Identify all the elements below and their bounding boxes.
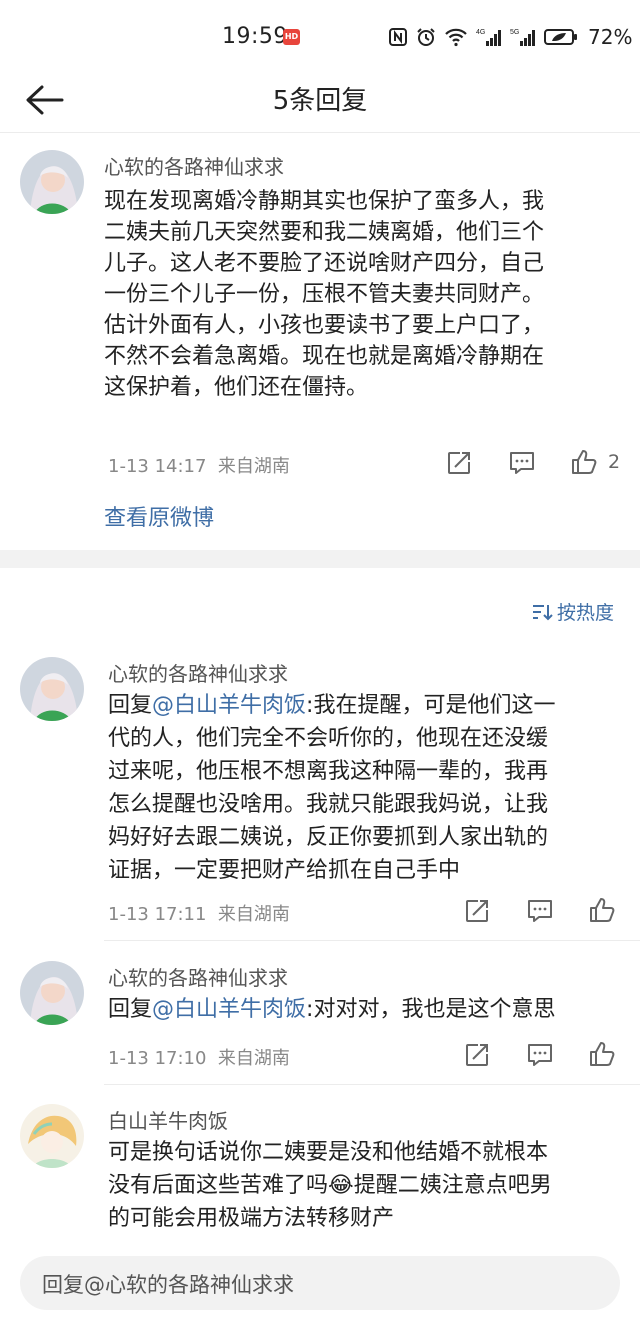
comment-button[interactable] <box>526 1042 554 1072</box>
reply-divider <box>104 1084 640 1085</box>
laughing-crying-emoji-icon: 😂 <box>328 1173 354 1198</box>
battery-percent: 72% <box>588 25 633 49</box>
avatar-image <box>20 961 84 1025</box>
reply-text-line: 的可能会用极端方法转移财产 <box>108 1206 395 1231</box>
reply-meta: 1-13 17:10 来自湖南 <box>108 1044 290 1070</box>
like-button[interactable] <box>588 896 616 928</box>
share-button[interactable] <box>446 450 472 480</box>
page-title: 5条回复 <box>272 86 368 116</box>
avatar[interactable] <box>20 961 84 1025</box>
reply-prefix: 回复 <box>108 693 153 718</box>
reply-text-line: 回复@白山羊牛肉饭:我在提醒，可是他们这一 <box>108 689 555 722</box>
section-gap <box>0 550 640 568</box>
reply-text-segment: 没有后面这些苦难了吗 <box>108 1173 329 1198</box>
reply-text-segment: :我在提醒，可是他们这一 <box>306 693 556 718</box>
share-icon <box>448 452 470 474</box>
svg-text:5G: 5G <box>510 29 519 36</box>
sort-label: 按热度 <box>556 602 614 624</box>
comment-button[interactable] <box>526 898 554 928</box>
reply-username[interactable]: 心软的各路神仙求求 <box>108 658 288 687</box>
comment-button[interactable] <box>508 450 536 480</box>
comment-text-line: 现在发现离婚冷静期其实也保护了蛮多人，我 <box>104 189 545 214</box>
share-icon <box>466 900 488 922</box>
like-icon <box>572 450 597 474</box>
comment-text-line: 估计外面有人，小孩也要读书了要上户口了， <box>104 313 545 338</box>
status-bar: 19:59 HD 4G 5G 72% <box>0 0 640 76</box>
comment-text-line: 一份三个儿子一份，压根不管夫妻共同财产。 <box>104 282 545 307</box>
comment-text-line: 这保护着，他们还在僵持。 <box>104 375 369 400</box>
share-icon <box>466 1044 488 1066</box>
reply-text-line: 过来呢，他压根不想离我这种隔一辈的，我再 <box>108 759 549 784</box>
alarm-icon <box>417 28 435 46</box>
reply-input[interactable]: 回复@心软的各路神仙求求 <box>20 1256 620 1310</box>
reply-text-line: 妈好好去跟二姨说，反正你要抓到人家出轨的 <box>108 825 549 850</box>
reply-username[interactable]: 白山羊牛肉饭 <box>108 1105 228 1134</box>
reply-text-line: 没有后面这些苦难了吗😂提醒二姨注意点吧男 <box>108 1169 552 1202</box>
reply-input-placeholder: 回复@心软的各路神仙求求 <box>42 1273 294 1297</box>
share-button[interactable] <box>464 1042 490 1072</box>
reply-text-line: 代的人，他们完全不会听你的，他现在还没缓 <box>108 726 549 751</box>
comment-time: 1-13 14:17 <box>108 456 207 477</box>
reply-meta: 1-13 17:11 来自湖南 <box>108 900 290 926</box>
comment-text-line: 二姨夫前几天突然要和我二姨离婚，他们三个 <box>104 220 545 245</box>
comment-icon <box>528 1044 552 1066</box>
reply-text: 回复@白山羊牛肉饭:对对对，我也是这个意思 <box>108 993 555 1026</box>
comment-text-line: 不然不会着急离婚。现在也就是离婚冷静期在 <box>104 344 545 369</box>
status-time: 19:59 <box>222 24 288 49</box>
reply-location: 来自湖南 <box>217 904 290 925</box>
reply-location: 来自湖南 <box>217 1048 290 1069</box>
avatar-image <box>20 1104 84 1168</box>
reply-text-line: 证据，一定要把财产给抓在自己手中 <box>108 858 461 883</box>
like-button[interactable] <box>588 1040 616 1072</box>
like-button[interactable]: 2 <box>570 448 620 476</box>
share-button[interactable] <box>464 898 490 928</box>
reply-text-segment: 提醒二姨注意点吧男 <box>353 1173 552 1198</box>
signal-5g-icon: 5G <box>510 29 535 46</box>
wifi-icon <box>445 28 467 47</box>
svg-text:4G: 4G <box>476 29 485 36</box>
comment-text-line: 儿子。这人老不要脸了还说啥财产四分，自己 <box>104 251 545 276</box>
comment-text: 现在发现离婚冷静期其实也保护了蛮多人，我 二姨夫前几天突然要和我二姨离婚，他们三… <box>104 186 544 403</box>
hd-badge: HD <box>283 29 300 45</box>
reply-text: 可是换句话说你二姨要是没和他结婚不就根本 没有后面这些苦难了吗😂提醒二姨注意点吧… <box>108 1136 552 1235</box>
reply-text-line: 回复@白山羊牛肉饭:对对对，我也是这个意思 <box>108 993 555 1026</box>
comment-icon <box>528 900 552 922</box>
reply-text-line: 可是换句话说你二姨要是没和他结婚不就根本 <box>108 1140 549 1165</box>
like-count: 2 <box>608 451 621 473</box>
comment-location: 来自湖南 <box>217 456 290 477</box>
battery-icon <box>544 29 577 45</box>
like-icon <box>590 898 615 922</box>
header-divider <box>0 132 640 133</box>
avatar-image <box>20 150 84 214</box>
view-original-link[interactable]: 查看原微博 <box>104 500 214 532</box>
mention-link[interactable]: @白山羊牛肉饭 <box>152 997 306 1022</box>
comment-username[interactable]: 心软的各路神仙求求 <box>104 151 284 180</box>
avatar[interactable] <box>20 657 84 721</box>
reply-time: 1-13 17:10 <box>108 1048 207 1069</box>
nfc-icon <box>389 28 407 46</box>
reply-divider <box>104 940 640 941</box>
sort-icon <box>532 604 553 620</box>
comment-icon <box>510 452 534 474</box>
mention-link[interactable]: @白山羊牛肉饭 <box>152 693 306 718</box>
signal-4g-icon: 4G <box>476 29 501 46</box>
reply-text-segment: :对对对，我也是这个意思 <box>306 997 556 1022</box>
like-icon <box>590 1042 615 1066</box>
status-icons: 4G 5G 72% <box>388 24 632 50</box>
avatar[interactable] <box>20 150 84 214</box>
reply-time: 1-13 17:11 <box>108 904 207 925</box>
reply-username[interactable]: 心软的各路神仙求求 <box>108 962 288 991</box>
sort-button[interactable]: 按热度 <box>531 598 614 625</box>
reply-text: 回复@白山羊牛肉饭:我在提醒，可是他们这一 代的人，他们完全不会听你的，他现在还… <box>108 689 555 887</box>
reply-prefix: 回复 <box>108 997 153 1022</box>
comment-meta: 1-13 14:17 来自湖南 <box>108 452 290 478</box>
avatar[interactable] <box>20 1104 84 1168</box>
avatar-image <box>20 657 84 721</box>
reply-text-line: 怎么提醒也没啥用。我就只能跟我妈说，让我 <box>108 792 549 817</box>
page-header: 5条回复 <box>0 76 640 132</box>
